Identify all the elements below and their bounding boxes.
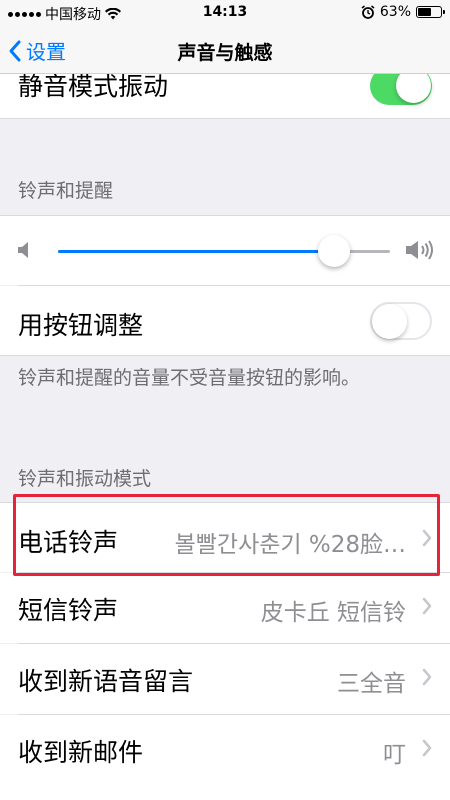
page-title: 声音与触感	[177, 42, 273, 64]
chevron-right-icon	[422, 668, 432, 686]
switch-knob	[372, 304, 407, 339]
ringer-volume-slider[interactable]	[58, 235, 390, 267]
battery-percent: 63%	[379, 4, 411, 20]
chevron-right-icon	[422, 597, 432, 615]
settings-screen: 中国移动 14:13 63% 设置 声音与触感 静音模式振动 铃声和提醒 用按钮…	[0, 0, 450, 800]
volume-low-icon	[18, 242, 28, 258]
settings-list[interactable]: 静音模式振动 铃声和提醒 用按钮调整 铃声和提醒的音量不受音量按钮的影响。 铃声…	[0, 74, 450, 800]
navigation-bar: 设置 声音与触感	[0, 26, 450, 74]
change-with-buttons-switch[interactable]	[370, 302, 432, 340]
slider-fill	[58, 250, 334, 253]
text-tone-value: 皮卡丘 短信铃	[260, 600, 406, 626]
status-right: 63%	[361, 4, 445, 20]
silent-vibrate-row: 静音模式振动	[0, 74, 450, 118]
ringer-section-header: 铃声和提醒	[18, 180, 114, 202]
battery-fill	[418, 8, 432, 16]
slider-thumb[interactable]	[317, 235, 350, 267]
new-voicemail-row[interactable]: 收到新语音留言 三全音	[0, 644, 450, 714]
volume-high-icon	[406, 240, 433, 260]
ringer-volume-row	[0, 215, 450, 285]
silent-vibrate-label: 静音模式振动	[18, 74, 169, 101]
chevron-right-icon	[422, 739, 432, 757]
new-voicemail-label: 收到新语音留言	[18, 667, 194, 696]
alarm-icon	[361, 5, 375, 19]
text-tone-label: 短信铃声	[18, 596, 119, 625]
new-mail-row[interactable]: 收到新邮件 叮	[0, 715, 450, 800]
status-bar: 中国移动 14:13 63%	[0, 0, 450, 26]
text-tone-row[interactable]: 短信铃声 皮卡丘 短信铃	[0, 573, 450, 643]
change-with-buttons-row: 用按钮调整	[0, 286, 450, 356]
ringer-footer-note: 铃声和提醒的音量不受音量按钮的影响。	[18, 367, 361, 389]
highlight-box	[13, 494, 440, 576]
change-with-buttons-label: 用按钮调整	[18, 311, 144, 340]
switch-knob	[396, 74, 431, 103]
silent-vibrate-switch[interactable]	[370, 74, 432, 105]
new-mail-value: 叮	[383, 742, 406, 768]
patterns-section-header: 铃声和振动模式	[18, 468, 152, 490]
new-mail-label: 收到新邮件	[18, 738, 144, 767]
battery-icon	[416, 6, 445, 18]
new-voicemail-value: 三全音	[337, 671, 406, 697]
divider	[0, 118, 450, 119]
